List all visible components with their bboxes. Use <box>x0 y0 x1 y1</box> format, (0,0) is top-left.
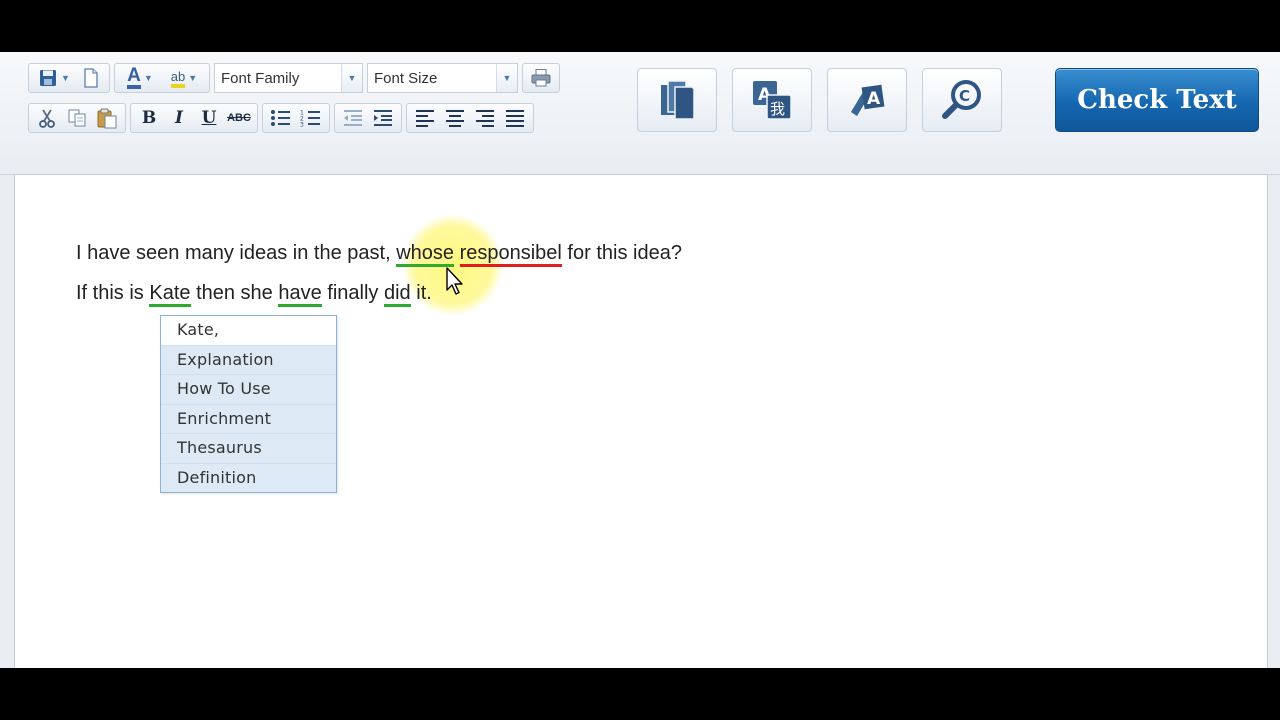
font-family-select[interactable]: Font Family ▼ <box>214 63 363 93</box>
menu-item-definition[interactable]: Definition <box>161 463 336 492</box>
text-segment: finally <box>321 282 384 304</box>
new-document-button[interactable] <box>76 66 106 90</box>
align-right-icon <box>476 110 494 127</box>
documents-button[interactable] <box>637 68 717 132</box>
text-line-1[interactable]: I have seen many ideas in the past, whos… <box>76 242 682 267</box>
menu-item-how-to-use[interactable]: How To Use <box>161 375 336 405</box>
cut-button[interactable] <box>32 106 62 130</box>
font-family-value: Font Family <box>221 69 300 87</box>
copy-button[interactable] <box>62 106 92 130</box>
italic-button[interactable]: I <box>164 106 194 130</box>
numbered-list-icon: 1 2 3 <box>300 110 320 129</box>
toolbar-row-1: ▼ A ▼ ab ▼ Font Family ▼ Font Size ▼ <box>28 63 564 93</box>
suggestion-item-kate[interactable]: Kate, <box>161 316 336 346</box>
align-group <box>406 103 534 133</box>
paste-button[interactable] <box>92 106 122 130</box>
text-segment: it. <box>410 282 432 304</box>
magnifier-copyright-icon: C <box>942 80 981 119</box>
align-left-icon <box>416 110 434 127</box>
color-group: A ▼ ab ▼ <box>114 63 210 93</box>
grammar-error-word[interactable]: whose <box>396 242 455 267</box>
text-editor[interactable]: I have seen many ideas in the past, whos… <box>14 174 1268 668</box>
indent-group <box>334 103 402 133</box>
text-segment: I have seen many ideas in the past, <box>76 242 397 264</box>
clipboard-group <box>28 103 126 133</box>
text-segment <box>454 242 460 264</box>
spelling-error-word[interactable]: responsibel <box>459 242 562 267</box>
floppy-disk-icon <box>40 70 57 86</box>
scissors-icon <box>39 109 55 128</box>
text-segment: then she <box>190 282 279 304</box>
chevron-down-icon[interactable]: ▼ <box>341 64 362 92</box>
underline-button[interactable]: U <box>194 106 224 130</box>
text-segment: If this is <box>76 282 150 304</box>
bold-button[interactable]: B <box>134 106 164 130</box>
rephrase-button[interactable]: A <box>827 68 907 132</box>
svg-text:3: 3 <box>300 122 304 129</box>
font-size-value: Font Size <box>374 69 438 87</box>
new-page-icon <box>84 68 98 88</box>
font-color-icon: A <box>127 66 141 89</box>
menu-item-enrichment[interactable]: Enrichment <box>161 404 336 434</box>
svg-text:C: C <box>959 87 970 105</box>
indent-button[interactable] <box>368 106 398 130</box>
suggestion-menu: Kate, Explanation How To Use Enrichment … <box>160 315 337 493</box>
bullet-list-button[interactable] <box>266 106 296 130</box>
justify-icon <box>506 110 524 127</box>
svg-text:我: 我 <box>770 100 785 118</box>
highlight-color-button[interactable]: ab ▼ <box>162 66 206 90</box>
translate-icon: A 我 <box>753 81 792 120</box>
indent-icon <box>374 110 392 126</box>
menu-item-thesaurus[interactable]: Thesaurus <box>161 434 336 464</box>
chevron-down-icon: ▼ <box>143 73 153 83</box>
menu-item-explanation[interactable]: Explanation <box>161 345 336 375</box>
print-group <box>522 63 560 93</box>
documents-icon <box>661 80 695 120</box>
printer-icon <box>531 69 551 87</box>
grammar-error-word[interactable]: Kate <box>149 282 191 307</box>
save-button[interactable]: ▼ <box>32 66 76 90</box>
align-center-button[interactable] <box>440 106 470 130</box>
plagiarism-search-button[interactable]: C <box>922 68 1002 132</box>
chevron-down-icon: ▼ <box>61 73 70 83</box>
tool-buttons: A 我 A C <box>637 68 1017 132</box>
outdent-icon <box>344 110 362 126</box>
text-line-2[interactable]: If this is Kate then she have finally di… <box>76 282 432 307</box>
toolbar-row-2: B I U ABC 1 2 3 <box>28 103 538 133</box>
align-right-button[interactable] <box>470 106 500 130</box>
rephrase-icon: A <box>851 84 885 116</box>
check-text-button[interactable]: Check Text <box>1055 68 1259 132</box>
list-group: 1 2 3 <box>262 103 330 133</box>
print-button[interactable] <box>526 66 556 90</box>
highlighter-icon: ab <box>170 69 186 88</box>
font-size-select[interactable]: Font Size ▼ <box>367 63 518 93</box>
mouse-pointer-icon <box>446 267 463 295</box>
bullet-list-icon <box>271 110 290 126</box>
chevron-down-icon[interactable]: ▼ <box>496 64 517 92</box>
editor-app: ▼ A ▼ ab ▼ Font Family ▼ Font Size ▼ B I… <box>0 52 1280 668</box>
outdent-button[interactable] <box>338 106 368 130</box>
toolbar: ▼ A ▼ ab ▼ Font Family ▼ Font Size ▼ B I… <box>0 52 1280 175</box>
translate-button[interactable]: A 我 <box>732 68 812 132</box>
align-left-button[interactable] <box>410 106 440 130</box>
copy-icon <box>68 109 86 127</box>
text-segment: for this idea? <box>561 242 682 264</box>
paste-icon <box>97 108 117 129</box>
numbered-list-button[interactable]: 1 2 3 <box>296 106 326 130</box>
justify-button[interactable] <box>500 106 530 130</box>
file-group: ▼ <box>28 63 110 93</box>
align-center-icon <box>446 110 464 127</box>
grammar-error-word[interactable]: did <box>383 282 411 307</box>
svg-text:A: A <box>867 89 881 109</box>
chevron-down-icon: ▼ <box>188 73 198 83</box>
grammar-error-word[interactable]: have <box>278 282 322 307</box>
strikethrough-button[interactable]: ABC <box>224 106 254 130</box>
format-group: B I U ABC <box>130 103 258 133</box>
font-color-button[interactable]: A ▼ <box>118 66 162 90</box>
